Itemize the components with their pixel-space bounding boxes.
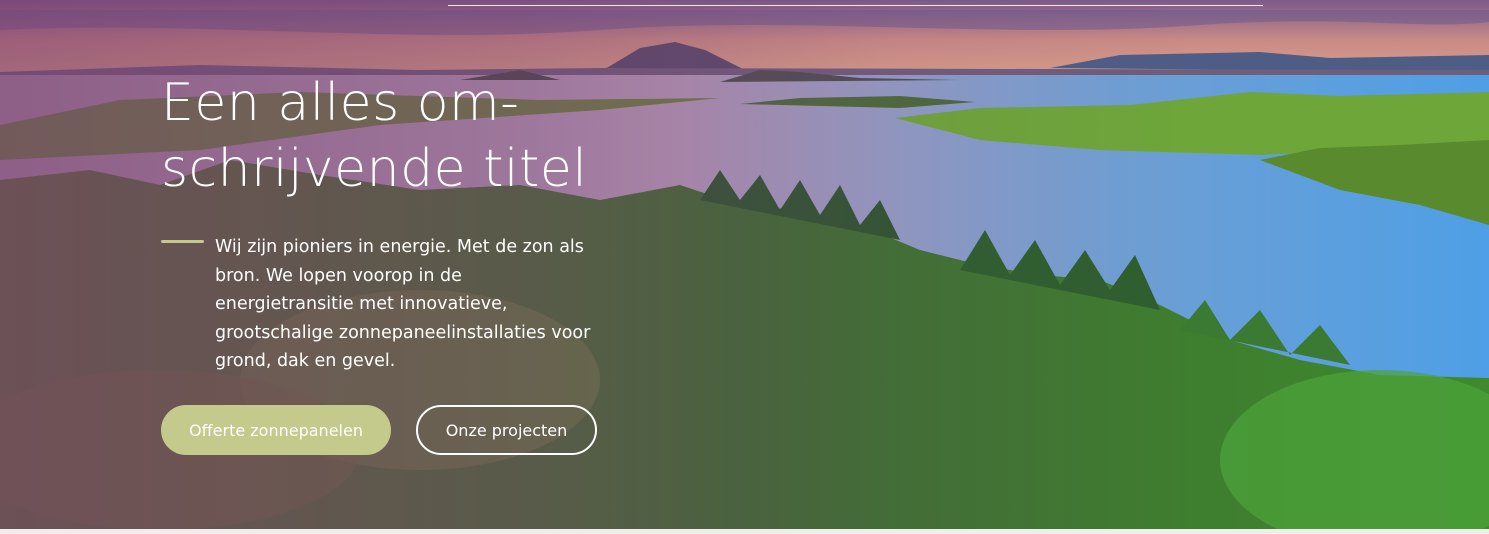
- header-divider: [448, 5, 1263, 6]
- page-bottom-strip: [0, 529, 1489, 534]
- hero-intro-text: Wij zijn pioniers in energie. Met de zon…: [215, 237, 591, 371]
- hero-section: Een alles om-schrijvende titel Wij zijn …: [0, 0, 1489, 529]
- hero-title: Een alles om-schrijvende titel: [161, 73, 588, 199]
- accent-line: [161, 240, 204, 243]
- our-projects-button[interactable]: Onze projecten: [416, 405, 597, 455]
- quote-solar-panels-button[interactable]: Offerte zonnepanelen: [161, 405, 391, 455]
